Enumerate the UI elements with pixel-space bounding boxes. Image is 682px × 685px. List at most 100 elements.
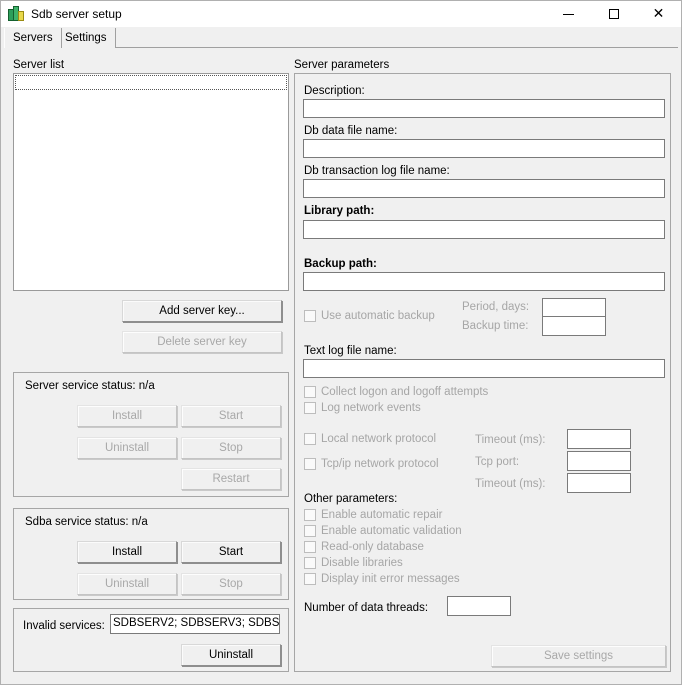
period-days-input[interactable] [542, 298, 606, 318]
library-path-label: Library path: [304, 205, 375, 217]
backup-path-input[interactable] [303, 272, 665, 291]
period-days-label: Period, days: [462, 301, 530, 313]
tab-servers-label: Servers [13, 32, 53, 44]
server-service-restart-button[interactable]: Restart [181, 468, 281, 490]
enable-automatic-validation-label: Enable automatic validation [321, 525, 462, 537]
local-timeout-label: Timeout (ms): [475, 434, 546, 446]
number-of-data-threads-label: Number of data threads: [304, 602, 429, 614]
sdba-service-install-button[interactable]: Install [77, 541, 177, 563]
tab-settings[interactable]: Settings [56, 28, 116, 48]
read-only-database-label: Read-only database [321, 541, 424, 553]
server-service-start-label: Start [218, 410, 244, 422]
text-log-file-input[interactable] [303, 359, 665, 378]
server-service-uninstall-button[interactable]: Uninstall [77, 437, 177, 459]
display-init-error-messages-checkbox[interactable]: Display init error messages [304, 573, 460, 585]
add-server-key-button[interactable]: Add server key... [122, 300, 282, 322]
checkbox-box-icon [304, 458, 316, 470]
close-button[interactable]: ✕ [636, 1, 681, 27]
db-data-file-input[interactable] [303, 139, 665, 158]
checkbox-box-icon [304, 541, 316, 553]
tcp-timeout-label: Timeout (ms): [475, 478, 546, 490]
text-log-file-label: Text log file name: [304, 345, 397, 357]
log-network-events-checkbox[interactable]: Log network events [304, 402, 421, 414]
other-parameters-label: Other parameters: [304, 493, 398, 505]
description-label: Description: [304, 85, 365, 97]
invalid-services-label: Invalid services: [23, 620, 105, 632]
add-server-key-label: Add server key... [159, 305, 245, 317]
tcpip-network-protocol-checkbox[interactable]: Tcp/ip network protocol [304, 458, 439, 470]
backup-time-label: Backup time: [462, 320, 529, 332]
db-transaction-log-input[interactable] [303, 179, 665, 198]
server-list-caption: Server list [13, 59, 65, 71]
tab-settings-label: Settings [65, 32, 107, 44]
sdb-server-setup-window: Sdb server setup ✕ Servers Settings Serv… [0, 0, 682, 685]
server-service-restart-label: Restart [212, 473, 250, 485]
sdba-service-start-button[interactable]: Start [181, 541, 281, 563]
sdba-service-stop-button[interactable]: Stop [181, 573, 281, 595]
checkbox-box-icon [304, 557, 316, 569]
sdba-service-status: Sdba service status: n/a [25, 516, 148, 528]
sdba-service-uninstall-label: Uninstall [104, 578, 150, 590]
display-init-error-messages-label: Display init error messages [321, 573, 460, 585]
enable-automatic-repair-label: Enable automatic repair [321, 509, 443, 521]
server-service-stop-label: Stop [219, 442, 243, 454]
backup-path-label: Backup path: [304, 258, 377, 270]
use-automatic-backup-label: Use automatic backup [321, 310, 435, 322]
server-service-status: Server service status: n/a [25, 380, 155, 392]
collect-logon-checkbox[interactable]: Collect logon and logoff attempts [304, 386, 488, 398]
use-automatic-backup-checkbox[interactable]: Use automatic backup [304, 310, 435, 322]
invalid-services-uninstall-label: Uninstall [208, 649, 254, 661]
sdba-service-uninstall-button[interactable]: Uninstall [77, 573, 177, 595]
checkbox-box-icon [304, 433, 316, 445]
local-network-protocol-checkbox[interactable]: Local network protocol [304, 433, 436, 445]
window-title: Sdb server setup [31, 7, 122, 21]
server-service-install-label: Install [111, 410, 143, 422]
app-blocks-icon [8, 6, 24, 22]
server-list-focus-row [15, 75, 287, 90]
local-timeout-input[interactable] [567, 429, 631, 449]
sdba-service-stop-label: Stop [219, 578, 243, 590]
checkbox-box-icon [304, 402, 316, 414]
close-icon: ✕ [652, 6, 665, 22]
tcp-port-input[interactable] [567, 451, 631, 471]
server-service-uninstall-label: Uninstall [104, 442, 150, 454]
tab-servers[interactable]: Servers [4, 28, 62, 49]
server-service-stop-button[interactable]: Stop [181, 437, 281, 459]
server-service-install-button[interactable]: Install [77, 405, 177, 427]
delete-server-key-button[interactable]: Delete server key [122, 331, 282, 353]
checkbox-box-icon [304, 310, 316, 322]
maximize-icon [608, 9, 619, 19]
sdba-service-start-label: Start [218, 546, 244, 558]
disable-libraries-checkbox[interactable]: Disable libraries [304, 557, 403, 569]
save-settings-label: Save settings [543, 650, 614, 662]
description-input[interactable] [303, 99, 665, 118]
window-controls: ✕ [546, 1, 681, 27]
disable-libraries-label: Disable libraries [321, 557, 403, 569]
library-path-input[interactable] [303, 220, 665, 239]
maximize-button[interactable] [591, 1, 636, 27]
number-of-data-threads-input[interactable] [447, 596, 511, 616]
read-only-database-checkbox[interactable]: Read-only database [304, 541, 424, 553]
tab-strip: Servers Settings [4, 28, 678, 49]
sdba-service-install-label: Install [111, 546, 143, 558]
invalid-services-uninstall-button[interactable]: Uninstall [181, 644, 281, 666]
server-service-start-button[interactable]: Start [181, 405, 281, 427]
log-network-events-label: Log network events [321, 402, 421, 414]
local-network-protocol-label: Local network protocol [321, 433, 437, 445]
backup-time-input[interactable] [542, 316, 606, 336]
minimize-button[interactable] [546, 1, 591, 27]
enable-automatic-validation-checkbox[interactable]: Enable automatic validation [304, 525, 462, 537]
db-data-file-label: Db data file name: [304, 125, 398, 137]
collect-logon-label: Collect logon and logoff attempts [321, 386, 489, 398]
server-list[interactable] [13, 73, 289, 291]
invalid-services-input[interactable]: SDBSERV2; SDBSERV3; SDBSER [110, 614, 280, 634]
title-bar: Sdb server setup ✕ [1, 1, 681, 27]
checkbox-box-icon [304, 525, 316, 537]
minimize-icon [563, 13, 574, 15]
delete-server-key-label: Delete server key [157, 336, 247, 348]
save-settings-button[interactable]: Save settings [491, 645, 666, 667]
db-transaction-log-label: Db transaction log file name: [304, 165, 450, 177]
enable-automatic-repair-checkbox[interactable]: Enable automatic repair [304, 509, 442, 521]
tcpip-network-protocol-label: Tcp/ip network protocol [321, 458, 439, 470]
tcp-timeout-input[interactable] [567, 473, 631, 493]
